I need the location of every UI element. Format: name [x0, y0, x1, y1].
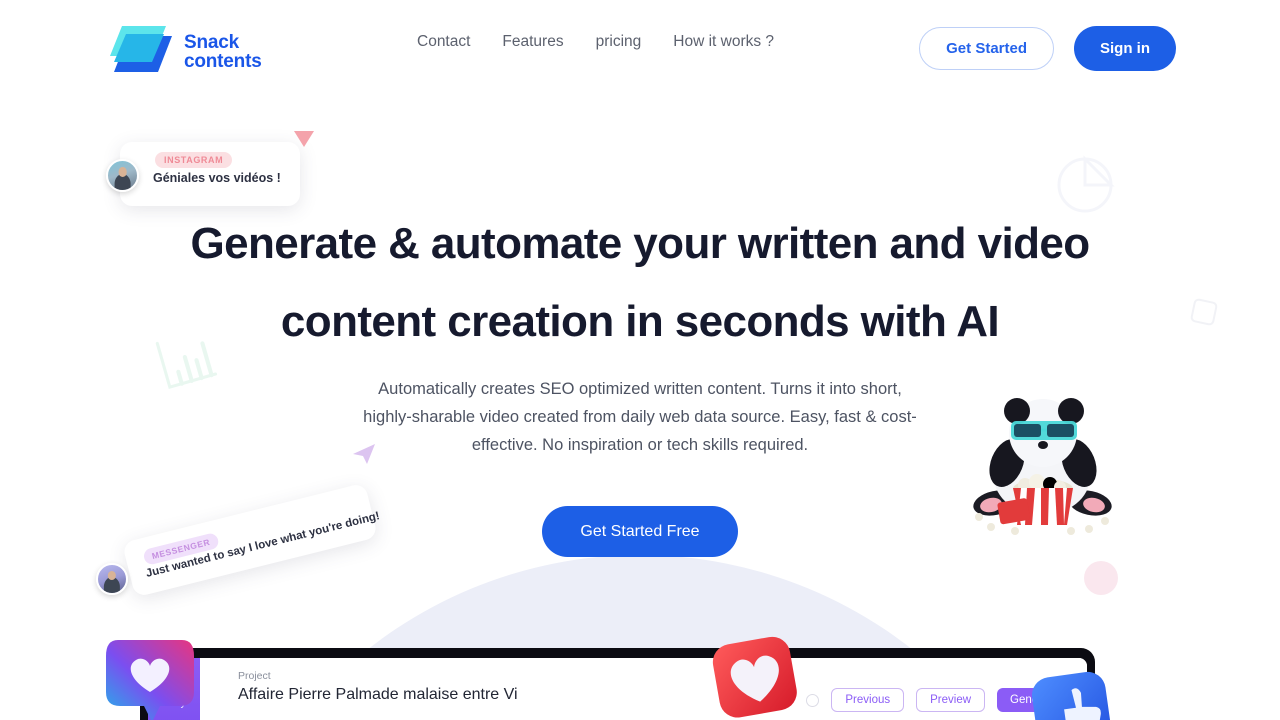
previous-button[interactable]: Previous — [831, 688, 905, 712]
heart-3d-icon — [712, 636, 797, 718]
nav-item-how-it-works[interactable]: How it works ? — [657, 33, 790, 51]
sign-in-button[interactable]: Sign in — [1074, 26, 1176, 71]
pink-circle-decor — [1084, 561, 1118, 595]
platform-badge-instagram: INSTAGRAM — [155, 152, 233, 168]
nav-item-features[interactable]: Features — [486, 33, 579, 51]
nav-item-contact[interactable]: Contact — [417, 33, 486, 51]
dashboard-inner: Story Project Affaire Pierre Palmade mal… — [148, 658, 1087, 720]
testimonial-card-instagram: INSTAGRAM Géniales vos vidéos ! — [120, 142, 300, 206]
status-spinner-icon — [806, 693, 820, 707]
hero-cta-wrap: Get Started Free — [0, 506, 1280, 557]
brand-logo[interactable]: Snack contents — [104, 22, 262, 82]
testimonial-message-instagram: Géniales vos vidéos ! — [153, 171, 281, 185]
avatar-messenger-user — [96, 563, 128, 595]
brand-name-line2: contents — [184, 51, 262, 72]
get-started-free-button[interactable]: Get Started Free — [542, 506, 738, 557]
pink-cursor-decor — [294, 131, 314, 147]
dashboard-mockup: Story Project Affaire Pierre Palmade mal… — [140, 648, 1095, 720]
stacked-parallelogram-logo-icon — [110, 26, 172, 72]
avatar-instagram-user — [106, 159, 139, 192]
header-actions: Get Started Sign in — [919, 26, 1176, 71]
site-header: Snack contents Contact Features pricing … — [0, 0, 1280, 104]
main-navigation: Contact Features pricing How it works ? — [417, 33, 790, 51]
get-started-button[interactable]: Get Started — [919, 27, 1054, 70]
hero-subheadline: Automatically creates SEO optimized writ… — [363, 380, 917, 454]
faint-square-decor — [1189, 297, 1219, 327]
preview-button[interactable]: Preview — [916, 688, 986, 712]
thumbs-up-3d-icon — [1031, 671, 1111, 720]
page-title: Generate & automate your written and vid… — [190, 219, 1091, 346]
landing-page: Snack contents Contact Features pricing … — [0, 0, 1280, 720]
nav-item-pricing[interactable]: pricing — [580, 33, 658, 51]
speech-bubble-heart-3d-icon — [106, 640, 194, 720]
brand-name-line1: Snack — [184, 32, 239, 53]
project-label: Project — [238, 670, 271, 682]
project-title-input[interactable]: Affaire Pierre Palmade malaise entre Vi — [238, 686, 518, 704]
dashboard-main: Project Affaire Pierre Palmade malaise e… — [200, 658, 1087, 720]
brand-name: Snack contents — [184, 33, 262, 71]
